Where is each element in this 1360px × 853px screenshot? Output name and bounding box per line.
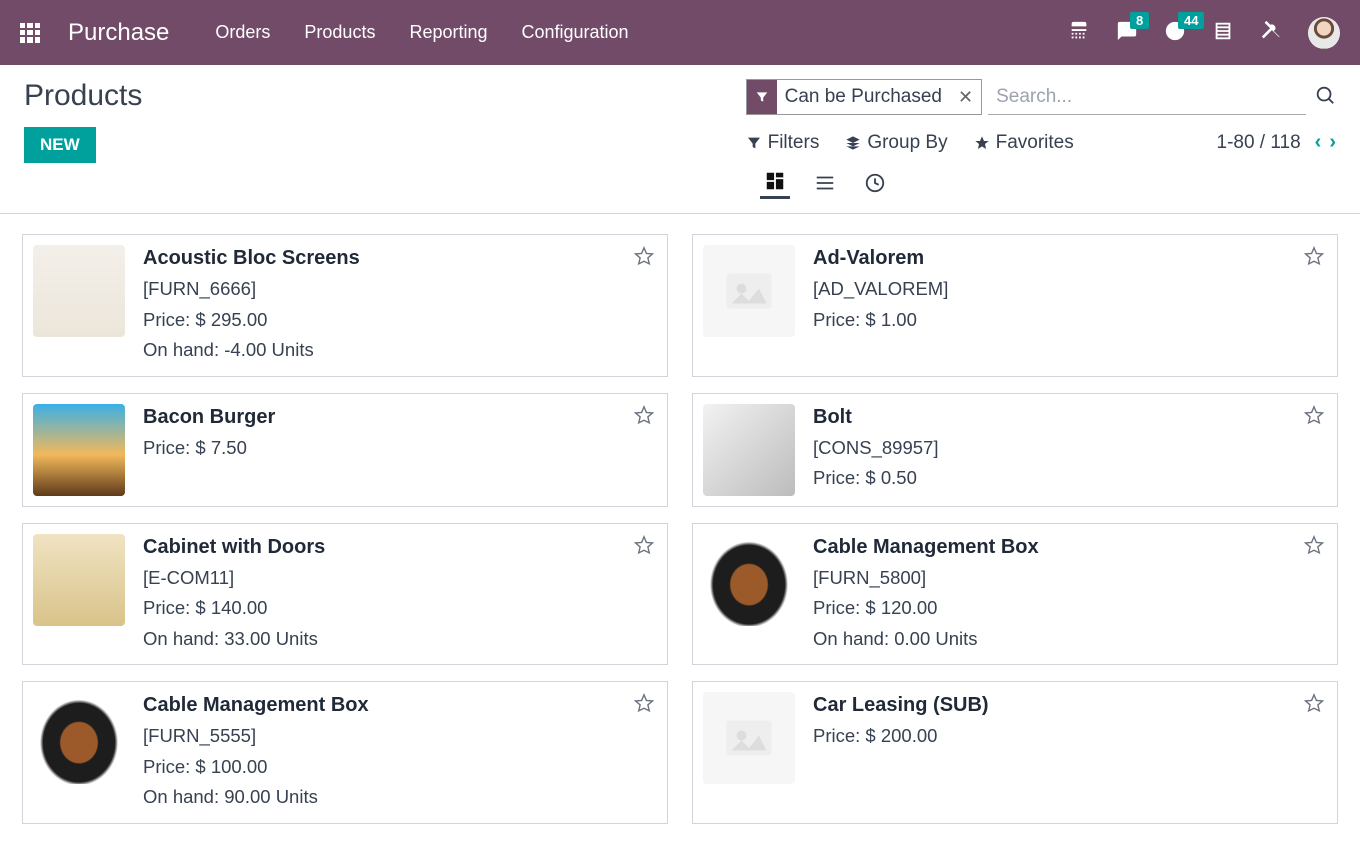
product-card[interactable]: Cable Management Box [FURN_5555]Price: $ …: [22, 681, 668, 824]
pager-prev-icon[interactable]: ‹: [1315, 131, 1322, 154]
product-ref: [FURN_5555]: [143, 721, 657, 752]
product-body: Cable Management Box [FURN_5555]Price: $ …: [143, 692, 657, 813]
messages-badge: 8: [1130, 12, 1149, 29]
product-card[interactable]: Bolt [CONS_89957]Price: $ 0.50: [692, 393, 1338, 507]
product-body: Cable Management Box [FURN_5800]Price: $ …: [813, 534, 1327, 655]
product-title: Cable Management Box: [813, 536, 1327, 559]
product-card[interactable]: Cable Management Box [FURN_5800]Price: $ …: [692, 523, 1338, 666]
product-body: Car Leasing (SUB) Price: $ 200.00: [813, 692, 1327, 752]
product-thumb: [703, 404, 795, 496]
product-card[interactable]: Car Leasing (SUB) Price: $ 200.00: [692, 681, 1338, 824]
product-title: Cabinet with Doors: [143, 536, 657, 559]
product-card[interactable]: Cabinet with Doors [E-COM11]Price: $ 140.…: [22, 523, 668, 666]
product-thumb: [703, 245, 795, 337]
product-body: Bolt [CONS_89957]Price: $ 0.50: [813, 404, 1327, 494]
product-thumb: [703, 692, 795, 784]
spreadsheet-icon[interactable]: [1212, 20, 1234, 46]
product-body: Bacon Burger Price: $ 7.50: [143, 404, 657, 464]
star-icon[interactable]: [633, 404, 655, 430]
star-icon[interactable]: [633, 245, 655, 271]
star-icon[interactable]: [1303, 404, 1325, 430]
product-price: Price: $ 120.00: [813, 593, 1327, 624]
product-title: Acoustic Bloc Screens: [143, 247, 657, 270]
product-kanban: Acoustic Bloc Screens[FURN_6666]Price: $…: [0, 214, 1360, 844]
facet-remove-icon[interactable]: ✕: [950, 87, 981, 108]
search-input[interactable]: [988, 80, 1306, 115]
product-thumb: [33, 245, 125, 337]
phone-icon[interactable]: [1068, 20, 1090, 46]
product-onhand: On hand: -4.00 Units: [143, 335, 657, 366]
product-ref: [CONS_89957]: [813, 433, 1327, 464]
star-icon[interactable]: [1303, 534, 1325, 560]
nav-configuration[interactable]: Configuration: [522, 22, 629, 43]
facet-label: Can be Purchased: [777, 86, 950, 108]
view-activity-icon[interactable]: [860, 166, 890, 199]
product-price: Price: $ 7.50: [143, 433, 657, 464]
nav-links: Orders Products Reporting Configuration: [215, 22, 628, 43]
nav-orders[interactable]: Orders: [215, 22, 270, 43]
product-price: Price: $ 1.00: [813, 305, 1327, 336]
product-price: Price: $ 100.00: [143, 752, 657, 783]
product-onhand: On hand: 90.00 Units: [143, 782, 657, 813]
product-onhand: On hand: 0.00 Units: [813, 624, 1327, 655]
product-thumb: [33, 534, 125, 626]
product-thumb: [33, 692, 125, 784]
product-card[interactable]: Bacon Burger Price: $ 7.50: [22, 393, 668, 507]
star-icon[interactable]: [1303, 245, 1325, 271]
search-facet: Can be Purchased ✕: [746, 79, 982, 115]
groupby-button[interactable]: Group By: [845, 132, 947, 154]
avatar[interactable]: [1308, 17, 1340, 49]
filters-label: Filters: [768, 132, 820, 154]
star-icon[interactable]: [633, 534, 655, 560]
search-row: Can be Purchased ✕: [746, 79, 1336, 115]
product-title: Car Leasing (SUB): [813, 694, 1327, 717]
product-body: Cabinet with Doors [E-COM11]Price: $ 140.…: [143, 534, 657, 655]
favorites-label: Favorites: [996, 132, 1074, 154]
apps-icon[interactable]: [20, 23, 40, 43]
product-title: Bacon Burger: [143, 406, 657, 429]
product-card[interactable]: Acoustic Bloc Screens [FURN_6666]Price: $…: [22, 234, 668, 377]
product-title: Ad-Valorem: [813, 247, 1327, 270]
product-thumb: [33, 404, 125, 496]
product-thumb: [703, 534, 795, 626]
product-price: Price: $ 295.00: [143, 305, 657, 336]
product-ref: [FURN_5800]: [813, 563, 1327, 594]
view-list-icon[interactable]: [810, 166, 840, 199]
search-icon[interactable]: [1314, 84, 1336, 110]
page-title: Products: [24, 79, 746, 113]
nav-reporting[interactable]: Reporting: [409, 22, 487, 43]
product-body: Ad-Valorem [AD_VALOREM]Price: $ 1.00: [813, 245, 1327, 335]
product-body: Acoustic Bloc Screens [FURN_6666]Price: $…: [143, 245, 657, 366]
filters-button[interactable]: Filters: [746, 132, 820, 154]
new-button[interactable]: NEW: [24, 127, 96, 163]
product-card[interactable]: Ad-Valorem [AD_VALOREM]Price: $ 1.00: [692, 234, 1338, 377]
activities-badge: 44: [1178, 12, 1204, 29]
view-kanban-icon[interactable]: [760, 166, 790, 199]
funnel-icon: [747, 80, 777, 114]
groupby-label: Group By: [867, 132, 947, 154]
activities-icon[interactable]: 44: [1164, 20, 1186, 46]
app-title[interactable]: Purchase: [68, 19, 169, 47]
nav-products[interactable]: Products: [304, 22, 375, 43]
product-price: Price: $ 200.00: [813, 721, 1327, 752]
product-title: Bolt: [813, 406, 1327, 429]
product-price: Price: $ 0.50: [813, 463, 1327, 494]
star-icon[interactable]: [633, 692, 655, 718]
product-ref: [E-COM11]: [143, 563, 657, 594]
product-onhand: On hand: 33.00 Units: [143, 624, 657, 655]
product-title: Cable Management Box: [143, 694, 657, 717]
product-ref: [FURN_6666]: [143, 274, 657, 305]
star-icon[interactable]: [1303, 692, 1325, 718]
product-ref: [AD_VALOREM]: [813, 274, 1327, 305]
messages-icon[interactable]: 8: [1116, 20, 1138, 46]
product-price: Price: $ 140.00: [143, 593, 657, 624]
topnav: Purchase Orders Products Reporting Confi…: [0, 0, 1360, 65]
tools-icon[interactable]: [1260, 20, 1282, 46]
favorites-button[interactable]: Favorites: [974, 132, 1074, 154]
pager-next-icon[interactable]: ›: [1329, 131, 1336, 154]
pager-text: 1-80 / 118: [1217, 132, 1301, 154]
